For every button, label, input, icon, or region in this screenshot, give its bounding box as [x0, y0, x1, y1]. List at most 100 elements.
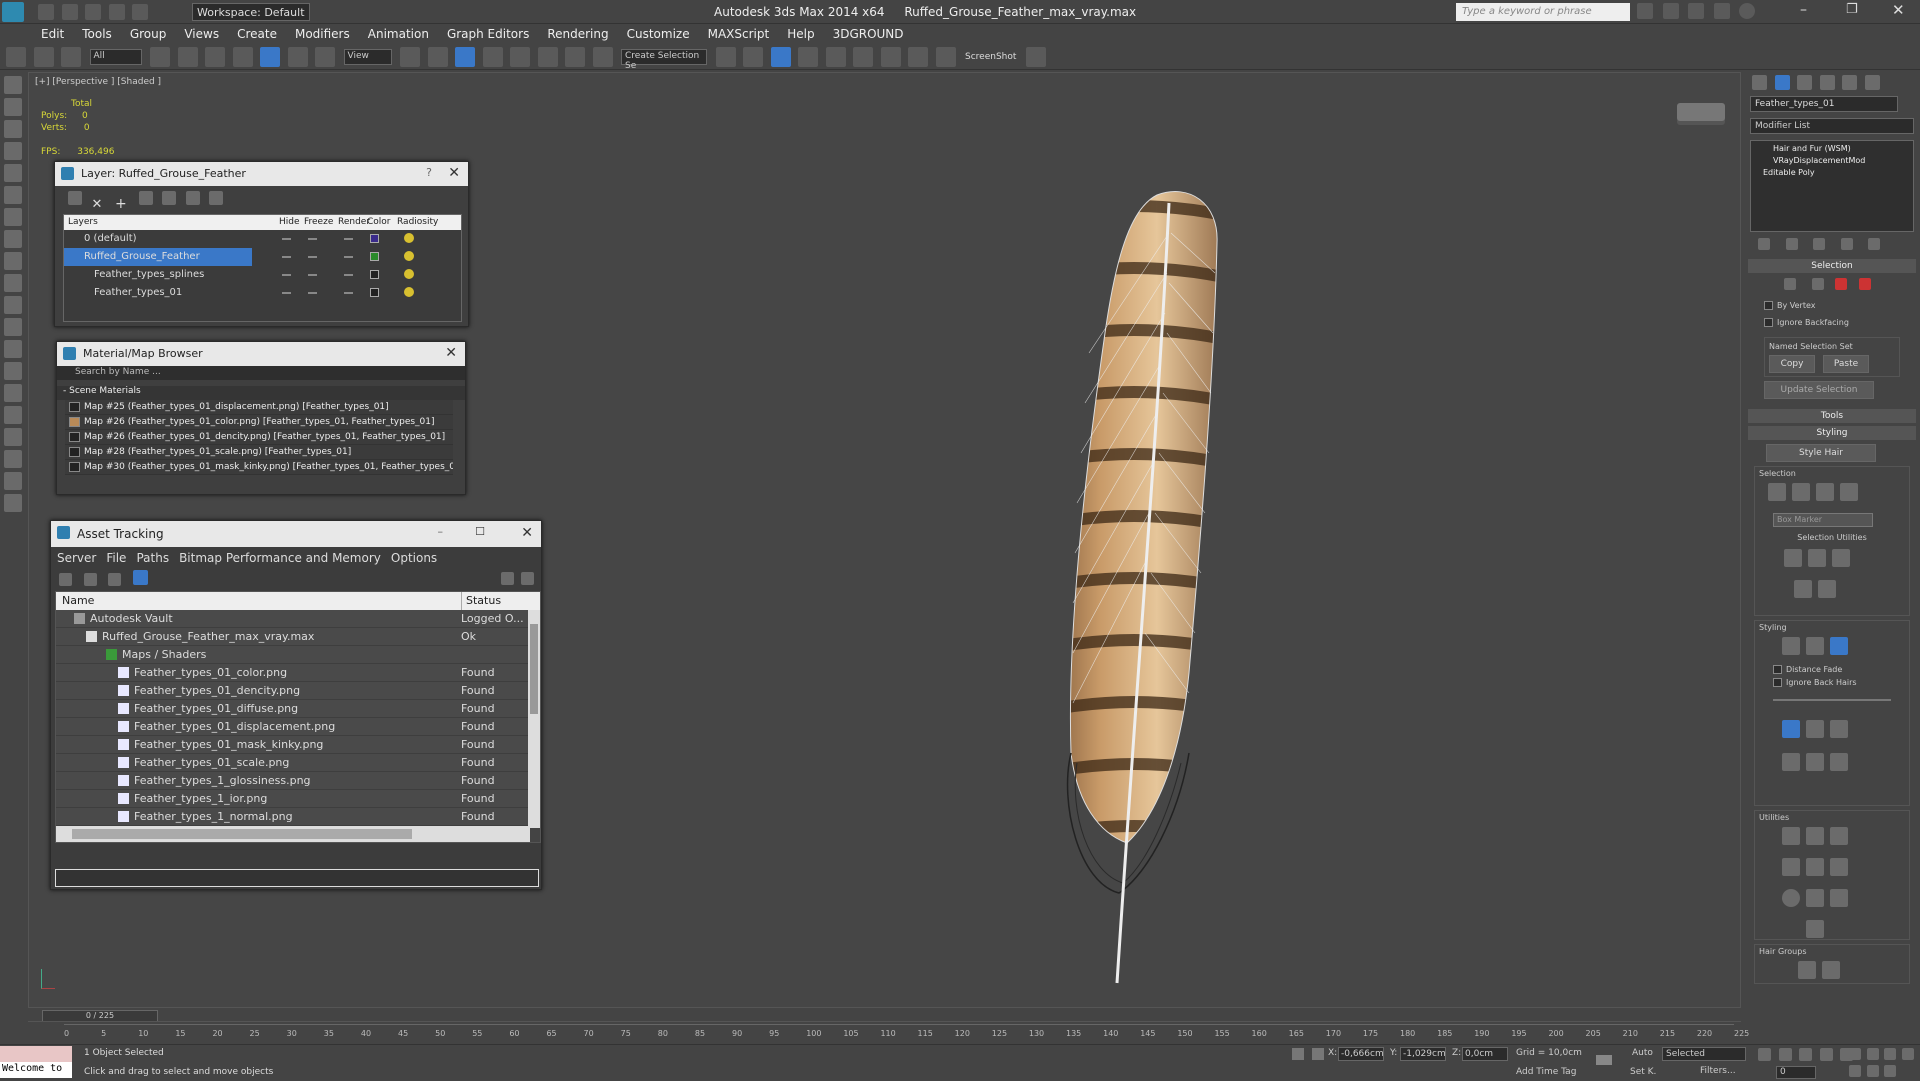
asset-row[interactable]: Feather_types_01_displacement.png Found [56, 718, 528, 736]
radiosity-toggle-icon[interactable] [404, 269, 414, 279]
hide-toggle-icon[interactable] [282, 274, 291, 276]
pivot-center-icon[interactable] [400, 47, 420, 67]
bind-space-warp-icon[interactable] [61, 47, 81, 67]
layer-row[interactable]: Ruffed_Grouse_Feather [64, 248, 461, 266]
tree-view-icon[interactable] [108, 573, 121, 586]
recomb-icon[interactable] [1782, 858, 1800, 876]
selection-lock-icon[interactable] [1292, 1048, 1304, 1060]
material-map-item[interactable]: Map #30 (Feather_types_01_mask_kinky.png… [65, 460, 453, 475]
asset-menu-item[interactable]: Paths [136, 551, 169, 565]
distance-fade-checkbox[interactable] [1773, 665, 1782, 674]
toggle-hair-icon[interactable] [1782, 889, 1800, 907]
menu-item[interactable]: Group [121, 24, 176, 44]
pin-stack-icon[interactable] [1758, 238, 1770, 250]
object-name-field[interactable]: Feather_types_01 [1750, 96, 1898, 112]
select-by-name-icon[interactable] [177, 47, 198, 67]
asset-row[interactable]: Maps / Shaders [56, 646, 528, 664]
viewport-label[interactable]: [+] [Perspective ] [Shaded ] [35, 77, 161, 87]
omni-light-icon[interactable] [4, 340, 22, 358]
asset-row[interactable]: Feather_types_1_normal.png Found [56, 808, 528, 826]
curve-editor-icon[interactable] [825, 47, 846, 67]
menu-item[interactable]: Graph Editors [438, 24, 538, 44]
layer-window-titlebar[interactable]: Layer: Ruffed_Grouse_Feather ? ✕ [55, 162, 468, 186]
tools-rollout-header[interactable]: Tools [1748, 409, 1916, 423]
menu-item[interactable]: Views [175, 24, 228, 44]
asset-row[interactable]: Autodesk Vault Logged O... [56, 610, 528, 628]
brush-size-slider[interactable] [1773, 699, 1891, 701]
col-freeze[interactable]: Freeze [304, 215, 333, 230]
freeze-toggle-icon[interactable] [308, 238, 317, 240]
rotate-selection-icon[interactable] [1808, 549, 1826, 567]
selection-rollout-header[interactable]: Selection [1748, 259, 1916, 273]
render-toggle-icon[interactable] [344, 292, 353, 294]
col-render[interactable]: Render [338, 215, 370, 230]
rectangular-selection-icon[interactable] [205, 47, 225, 67]
by-vertex-checkbox[interactable] [1764, 301, 1773, 310]
configure-sets-icon[interactable] [1868, 238, 1880, 250]
time-slider-track[interactable] [28, 1010, 1741, 1022]
translate-hair-icon[interactable] [1782, 720, 1800, 738]
attenuate-icon[interactable] [1782, 827, 1800, 845]
asset-row[interactable]: Feather_types_1_glossiness.png Found [56, 772, 528, 790]
zoom-icon[interactable] [1849, 1048, 1861, 1060]
style-hair-button[interactable]: Style Hair [1766, 444, 1876, 462]
menu-item[interactable]: MAXScript [699, 24, 779, 44]
layer-name[interactable]: Ruffed_Grouse_Feather [64, 248, 252, 266]
by-vertex-option[interactable]: By Vertex [1744, 295, 1920, 312]
modifier-stack-item[interactable]: VRayDisplacementMod [1753, 155, 1911, 167]
hair-brush-icon[interactable] [1782, 637, 1800, 655]
show-hidden-icon[interactable] [1818, 580, 1836, 598]
help-circle-icon[interactable] [4, 494, 22, 512]
close-icon[interactable]: ✕ [448, 165, 460, 181]
minimize-button[interactable]: – [1800, 2, 1807, 18]
modify-tab-icon[interactable] [1774, 75, 1790, 90]
hide-toggle-icon[interactable] [282, 292, 291, 294]
layer-color-swatch[interactable] [370, 288, 379, 297]
asset-row[interactable]: Feather_types_01_diffuse.png Found [56, 700, 528, 718]
asset-row[interactable]: Feather_types_01_mask_kinky.png Found [56, 736, 528, 754]
create-geometry-icon[interactable] [4, 76, 22, 94]
select-hair-by-ends-icon[interactable] [1768, 483, 1786, 501]
percent-snap-icon[interactable] [537, 47, 558, 67]
ignore-backfacing-option[interactable]: Ignore Backfacing [1744, 312, 1920, 329]
minimize-icon[interactable]: – [438, 525, 444, 538]
graphite-ribbon-icon[interactable] [798, 47, 818, 67]
time-slider[interactable]: 0 / 225 [42, 1010, 158, 1022]
asset-row[interactable]: Feather_types_1_ior.png Found [56, 790, 528, 808]
col-color[interactable]: Color [367, 215, 391, 230]
exchange-icon[interactable] [1688, 3, 1704, 19]
align-icon[interactable] [743, 47, 763, 67]
clump-icon[interactable] [1782, 753, 1800, 771]
hierarchy-tab-icon[interactable] [1797, 75, 1812, 90]
merge-groups-icon[interactable] [1822, 961, 1840, 979]
modifier-stack-item[interactable]: Editable Poly [1753, 167, 1911, 179]
add-to-layer-icon[interactable]: + [115, 197, 129, 211]
star-icon[interactable] [1713, 3, 1730, 19]
orbit-icon[interactable] [1866, 1065, 1879, 1077]
material-map-item[interactable]: Map #26 (Feather_types_01_dencity.png) [… [65, 430, 453, 445]
bone-icon[interactable] [4, 384, 22, 402]
app-logo-icon[interactable] [2, 2, 24, 22]
previous-frame-icon[interactable] [1778, 1048, 1792, 1061]
key-filters-button[interactable]: Filters... [1700, 1066, 1736, 1076]
save-file-icon[interactable] [85, 4, 101, 20]
cylinder-icon[interactable] [4, 252, 22, 270]
hide-all-icon[interactable] [185, 191, 200, 205]
puff-roots-icon[interactable] [1830, 720, 1848, 738]
help-icon[interactable] [501, 572, 514, 585]
unlock-icon[interactable] [1830, 889, 1848, 907]
motion-tab-icon[interactable] [1819, 75, 1835, 90]
coord-y-field[interactable]: -1,029cm [1400, 1047, 1446, 1061]
render-toggle-icon[interactable] [344, 274, 353, 276]
remove-modifier-icon[interactable] [1840, 238, 1853, 250]
select-guide-by-root-icon[interactable] [1840, 483, 1858, 501]
redo-icon[interactable] [132, 4, 148, 20]
selection-filter-dropdown[interactable]: All [89, 49, 142, 65]
render-setup-icon[interactable] [908, 47, 928, 67]
key-icon[interactable] [1596, 1055, 1612, 1065]
copy-button[interactable]: Copy [1769, 355, 1815, 373]
named-selection-dropdown[interactable]: Create Selection Se [621, 49, 707, 71]
select-and-scale-icon[interactable] [315, 47, 335, 67]
styling-rollout-header[interactable]: Styling [1748, 426, 1916, 440]
radiosity-toggle-icon[interactable] [404, 287, 414, 297]
